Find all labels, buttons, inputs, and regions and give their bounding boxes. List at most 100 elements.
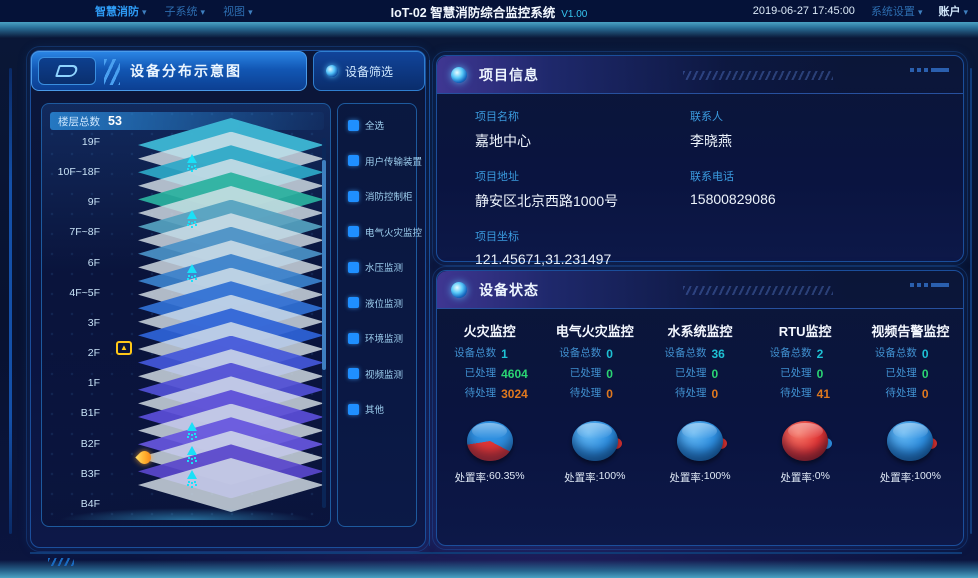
device-filter-button[interactable]: 设备筛选	[313, 51, 425, 91]
disposal-rate-label: 处置率:	[780, 470, 814, 485]
scrollbar-thumb[interactable]	[322, 160, 326, 370]
topbar-menu-label: 智慧消防	[95, 6, 139, 18]
floor-label[interactable]: B2F	[50, 438, 100, 450]
project-field: 联系人 李晓燕	[690, 108, 943, 151]
system-settings-menu[interactable]: 系统设置▾	[871, 3, 923, 19]
total-row: 设备总数 2	[753, 347, 858, 361]
frame-decoration-left	[9, 68, 12, 534]
total-label: 设备总数	[446, 347, 496, 361]
disposal-rate-text: 处置率: 60.35%	[455, 470, 525, 485]
account-menu[interactable]: 账户▾	[938, 3, 968, 19]
filter-checkbox-item[interactable]: 全选	[348, 118, 416, 132]
total-label: 设备总数	[656, 347, 706, 361]
filter-checkbox-item[interactable]: 环境监测	[348, 331, 416, 345]
processed-label: 已处理	[762, 367, 812, 381]
sprinkler-icon	[184, 422, 200, 440]
checkbox-icon[interactable]	[348, 368, 359, 379]
checkbox-icon[interactable]	[348, 333, 359, 344]
processed-value: 0	[711, 367, 743, 381]
floor-label[interactable]: 4F~5F	[50, 287, 100, 299]
project-fields: 项目名称 嘉地中心 联系人 李晓燕 项目地址 静安区北京西路1000号 联系电话…	[437, 94, 963, 267]
processed-row: 已处理 0	[858, 367, 963, 381]
sprinkler-icon	[184, 264, 200, 282]
disposal-rate-label: 处置率:	[669, 470, 703, 485]
disposal-rate-text: 处置率: 0%	[780, 470, 830, 485]
checkbox-icon[interactable]	[348, 404, 359, 415]
disposal-rate-value: 100%	[704, 470, 731, 485]
pie-gloss	[788, 423, 823, 440]
floor-label[interactable]: B4F	[50, 498, 100, 510]
filter-checkbox-item[interactable]: 其他	[348, 402, 416, 416]
topbar-menu-item[interactable]: 视图▾	[223, 3, 253, 19]
floor-label[interactable]: 9F	[50, 196, 100, 208]
checkbox-icon[interactable]	[348, 191, 359, 202]
checkbox-icon[interactable]	[348, 120, 359, 131]
disposal-rate-label: 处置率:	[455, 470, 489, 485]
device-status-title: 设备状态	[479, 280, 539, 300]
floor-label[interactable]: 2F	[50, 347, 100, 359]
floor-total-label: 楼层总数	[58, 114, 100, 129]
system-settings-label: 系统设置	[871, 6, 915, 18]
filter-label: 环境监测	[365, 331, 403, 345]
project-info-panel: 项目信息 项目名称 嘉地中心 联系人 李晓燕 项目地址 静安区北京西路1000号	[436, 55, 964, 262]
floor-label[interactable]: 3F	[50, 317, 100, 329]
pie-gloss	[893, 423, 928, 440]
pending-label: 待处理	[867, 387, 917, 401]
checkbox-icon[interactable]	[348, 155, 359, 166]
frame-decoration-right	[970, 68, 972, 534]
total-value: 0	[606, 347, 638, 361]
device-distribution-header: 设备分布示意图 设备筛选	[31, 51, 425, 91]
filter-checkbox-item[interactable]: 视频监测	[348, 367, 416, 381]
processed-label: 已处理	[446, 367, 496, 381]
filter-checkbox-item[interactable]: 消防控制柜	[348, 189, 416, 203]
hatch-decoration	[683, 286, 833, 295]
topbar-menu-label: 视图	[223, 6, 245, 18]
device-distribution-title: 设备分布示意图	[130, 52, 242, 90]
filter-label: 水压监测	[365, 260, 403, 274]
floor-label[interactable]: 19F	[50, 136, 100, 148]
topbar-menu-item[interactable]: 智慧消防▾	[95, 3, 147, 19]
pending-value: 0	[711, 387, 743, 401]
device-distribution-titlebar: 设备分布示意图	[31, 51, 307, 91]
floor-label[interactable]: 6F	[50, 257, 100, 269]
chevron-down-icon: ▾	[963, 7, 968, 17]
project-info-title: 项目信息	[479, 65, 539, 85]
device-filter-list: 全选 用户传输装置 消防控制柜 电气火灾监控	[337, 103, 417, 527]
floor-label[interactable]: 7F~8F	[50, 226, 100, 238]
device-distribution-panel: 设备分布示意图 设备筛选 楼层总数 53 19F 10F~18F 9F 7F	[30, 50, 426, 548]
total-row: 设备总数 0	[542, 347, 647, 361]
status-column-title: 视频告警监控	[871, 321, 949, 340]
floor-label[interactable]: 10F~18F	[50, 166, 100, 178]
sprinkler-icon	[184, 210, 200, 228]
filter-checkbox-item[interactable]: 液位监测	[348, 296, 416, 310]
pending-label: 待处理	[551, 387, 601, 401]
floor-label[interactable]: B3F	[50, 468, 100, 480]
checkbox-icon[interactable]	[348, 297, 359, 308]
header-ornament	[910, 68, 949, 72]
filter-checkbox-item[interactable]: 用户传输装置	[348, 154, 416, 168]
floor-label[interactable]: 1F	[50, 377, 100, 389]
total-value: 0	[922, 347, 954, 361]
pending-value: 41	[817, 387, 849, 401]
status-column: 水系统监控 设备总数 36 已处理 0 待处理 0	[647, 317, 752, 485]
checkbox-icon[interactable]	[348, 226, 359, 237]
sprinkler-icon	[184, 470, 200, 488]
d-logo-glyph	[55, 65, 79, 77]
bottom-gradient-strip	[0, 560, 978, 578]
filter-dot-icon	[326, 65, 338, 77]
filter-label: 液位监测	[365, 296, 403, 310]
elevator-icon: ▲	[116, 341, 132, 355]
topbar-menu-item[interactable]: 子系统▾	[165, 3, 206, 19]
project-field-value: 15800829086	[690, 191, 943, 207]
floor-total-value: 53	[108, 114, 122, 128]
filter-checkbox-item[interactable]: 电气火灾监控	[348, 225, 416, 239]
project-field-label: 联系电话	[690, 168, 943, 184]
floor-label[interactable]: B1F	[50, 407, 100, 419]
chevron-down-icon: ▾	[248, 7, 253, 17]
floor-list: 19F 10F~18F 9F 7F~8F 6F 4F~5F 3F 2F 1F	[50, 136, 100, 510]
total-row: 设备总数 0	[858, 347, 963, 361]
project-field-value: 嘉地中心	[475, 131, 690, 151]
filter-checkbox-item[interactable]: 水压监测	[348, 260, 416, 274]
status-column: RTU监控 设备总数 2 已处理 0 待处理 41	[753, 317, 858, 485]
checkbox-icon[interactable]	[348, 262, 359, 273]
